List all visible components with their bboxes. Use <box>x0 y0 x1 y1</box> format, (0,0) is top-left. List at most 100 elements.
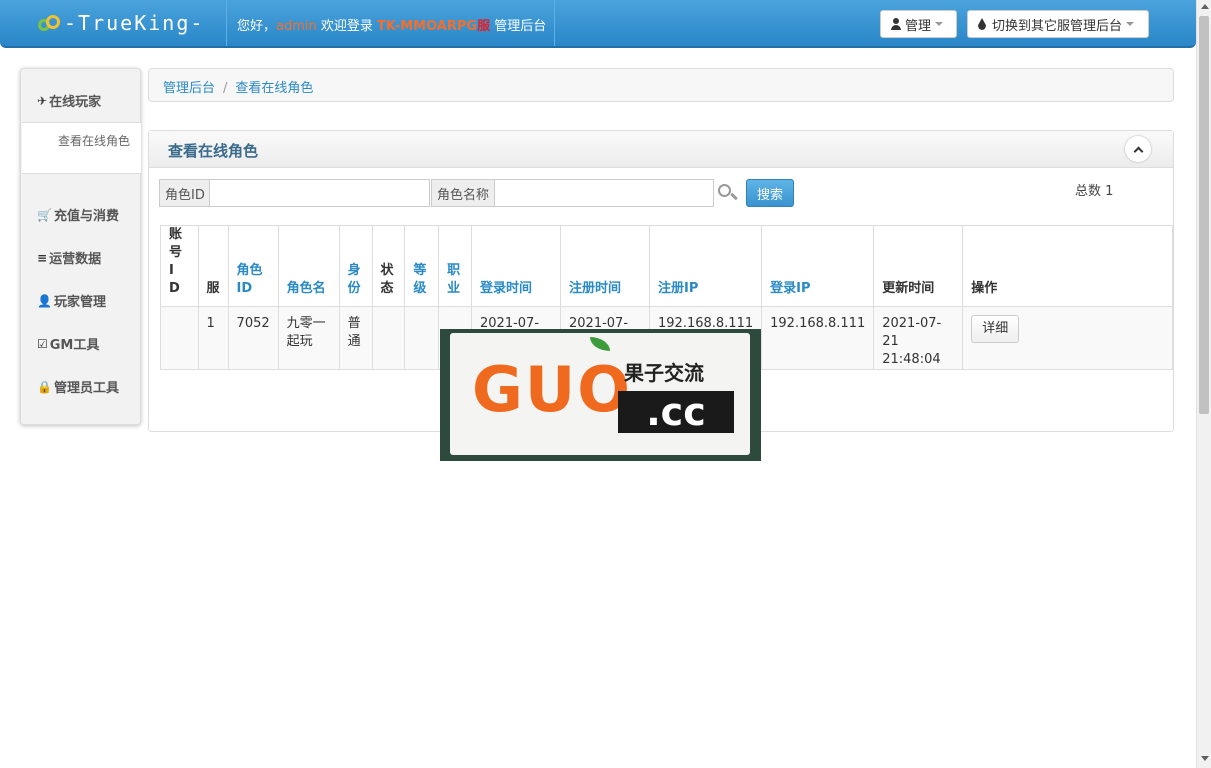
search-button[interactable]: 搜索 <box>746 179 794 207</box>
cell-login-ip: 192.168.8.111 <box>761 306 875 370</box>
breadcrumb-home-link[interactable]: 管理后台 <box>163 81 215 96</box>
cell-role-id: 7052 <box>227 306 279 370</box>
search-icon <box>717 183 739 203</box>
cell-account-id <box>160 306 199 370</box>
leaf-icon <box>590 337 610 351</box>
caret-down-icon <box>1126 22 1135 26</box>
welcome-text: 您好，admin 欢迎登录 TK-MMOARPG服 管理后台 <box>237 15 546 34</box>
lock-icon: 🔒 <box>37 379 52 394</box>
col-identity[interactable]: 身份 <box>338 225 373 307</box>
sidebar-item-label: 运营数据 <box>49 252 102 267</box>
cell-server: 1 <box>197 306 229 370</box>
switch-server-button[interactable]: 切换到其它服管理后台 <box>967 10 1149 38</box>
chevron-up-icon <box>1133 146 1143 156</box>
role-name-text: 九零一起玩 <box>286 316 326 349</box>
col-account-id: 账号ID <box>160 225 199 307</box>
col-label: 身份 <box>347 263 361 296</box>
detail-button[interactable]: 详细 <box>971 315 1020 343</box>
collapse-button[interactable] <box>1125 136 1151 162</box>
greeting-text: 您好， <box>237 19 277 34</box>
total-count: 总数 1 <box>1075 184 1114 199</box>
col-role-name[interactable]: 角色名 <box>277 225 340 307</box>
sidebar-item-operations[interactable]: ≡ 运营数据 <box>37 248 102 268</box>
cell-role-name: 九零一起玩 <box>277 306 340 370</box>
col-register-ip[interactable]: 注册IP <box>649 225 763 307</box>
panel-header: 查看在线角色 <box>149 131 1173 168</box>
top-navbar: -TrueKing- 您好，admin 欢迎登录 TK-MMOARPG服 管理后… <box>0 0 1196 48</box>
sidebar-item-label: GM工具 <box>49 338 100 353</box>
user-icon: 👤 <box>37 293 52 308</box>
col-label: 账号ID <box>169 227 183 296</box>
cell-action: 详细 <box>962 306 1173 370</box>
sidebar-item-label: 在线玩家 <box>49 95 102 110</box>
col-login-time[interactable]: 登录时间 <box>471 225 562 307</box>
sidebar-item-label: 充值与消费 <box>53 209 119 224</box>
cell-identity: 普通 <box>338 306 373 370</box>
cell-level <box>404 306 440 370</box>
col-job[interactable]: 职业 <box>438 225 473 307</box>
sidebar-item-online-players[interactable]: ✈ 在线玩家 <box>37 91 102 111</box>
col-label: 角色ID <box>236 263 263 296</box>
col-register-time[interactable]: 注册时间 <box>560 225 651 307</box>
role-id-label: 角色ID <box>159 179 211 207</box>
scroll-up-arrow-icon[interactable] <box>1201 4 1209 9</box>
sidebar-subitem-label: 查看在线角色 <box>58 134 131 148</box>
cell-update-time: 2021-07-21 21:48:04 <box>873 306 964 370</box>
breadcrumb: 管理后台 / 查看在线角色 <box>148 68 1174 102</box>
col-login-ip[interactable]: 登录IP <box>761 225 875 307</box>
sidebar-item-gm-tools[interactable]: ☑ GM工具 <box>37 334 100 354</box>
watermark-guo: GUO <box>472 353 632 426</box>
admin-menu-button[interactable]: 管理 <box>880 10 957 38</box>
watermark-cc: .cc <box>618 391 734 433</box>
sidebar-item-recharge[interactable]: 🛒 充值与消费 <box>37 205 119 225</box>
list-icon: ≡ <box>37 250 48 265</box>
cart-icon: 🛒 <box>37 207 52 222</box>
welcome-label: 欢迎登录 <box>316 19 378 34</box>
sidebar-item-label: 管理员工具 <box>53 381 119 396</box>
watermark-cn: 果子交流 <box>624 361 704 385</box>
nav-divider <box>226 0 227 46</box>
user-icon <box>891 18 901 30</box>
sidebar-item-admin-tools[interactable]: 🔒 管理员工具 <box>37 377 119 397</box>
col-label: 状态 <box>380 263 394 296</box>
col-server: 服 <box>197 225 229 307</box>
user-name: admin <box>276 19 317 34</box>
role-name-label: 角色名称 <box>431 179 496 207</box>
drop-icon <box>978 18 986 30</box>
admin-menu-label: 管理 <box>905 18 932 34</box>
update-time-text: 2021-07-21 21:48:04 <box>882 316 942 367</box>
panel-title: 查看在线角色 <box>168 142 259 160</box>
scroll-thumb[interactable] <box>1199 16 1209 414</box>
col-label: 职业 <box>447 263 461 296</box>
server-mark: 服 <box>477 19 491 34</box>
sidebar-item-player-management[interactable]: 👤 玩家管理 <box>37 291 106 311</box>
scroll-down-arrow-icon[interactable] <box>1201 756 1209 761</box>
role-id-input[interactable] <box>209 179 430 207</box>
cell-status <box>371 306 406 370</box>
sidebar-subitem-view-online-roles[interactable]: 查看在线角色 <box>22 122 141 174</box>
breadcrumb-current-link[interactable]: 查看在线角色 <box>235 81 313 96</box>
col-update-time: 更新时间 <box>873 225 964 307</box>
sidebar: ✈ 在线玩家 查看在线角色 🛒 充值与消费 ≡ 运营数据 👤 玩家管理 ☑ GM… <box>20 68 141 425</box>
switch-server-label: 切换到其它服管理后台 <box>992 18 1123 34</box>
caret-down-icon <box>935 22 944 26</box>
col-role-id[interactable]: 角色ID <box>227 225 279 307</box>
game-name: TK-MMOARPG <box>377 19 478 34</box>
sidebar-item-label: 玩家管理 <box>53 295 106 310</box>
role-name-input[interactable] <box>494 179 714 207</box>
col-level[interactable]: 等级 <box>404 225 440 307</box>
logo-icon <box>38 13 62 33</box>
identity-text: 普通 <box>347 316 361 349</box>
col-label: 等级 <box>413 263 427 296</box>
page-scrollbar[interactable] <box>1196 0 1211 768</box>
watermark-card: GUO 果子交流 .cc <box>450 333 750 455</box>
col-action: 操作 <box>962 225 1173 307</box>
edit-icon: ☑ <box>37 336 48 351</box>
breadcrumb-separator: / <box>223 81 228 96</box>
brand-logo[interactable]: -TrueKing- <box>38 10 204 36</box>
watermark-logo: GUO 果子交流 .cc <box>440 329 761 461</box>
table-header-row: 账号ID 服 角色ID 角色名 身份 状态 等级 职业 登录时间 注册时间 注册… <box>160 225 1173 307</box>
nav-divider <box>554 0 555 46</box>
welcome-suffix: 管理后台 <box>490 19 547 34</box>
brand-text: -TrueKing- <box>64 11 205 35</box>
